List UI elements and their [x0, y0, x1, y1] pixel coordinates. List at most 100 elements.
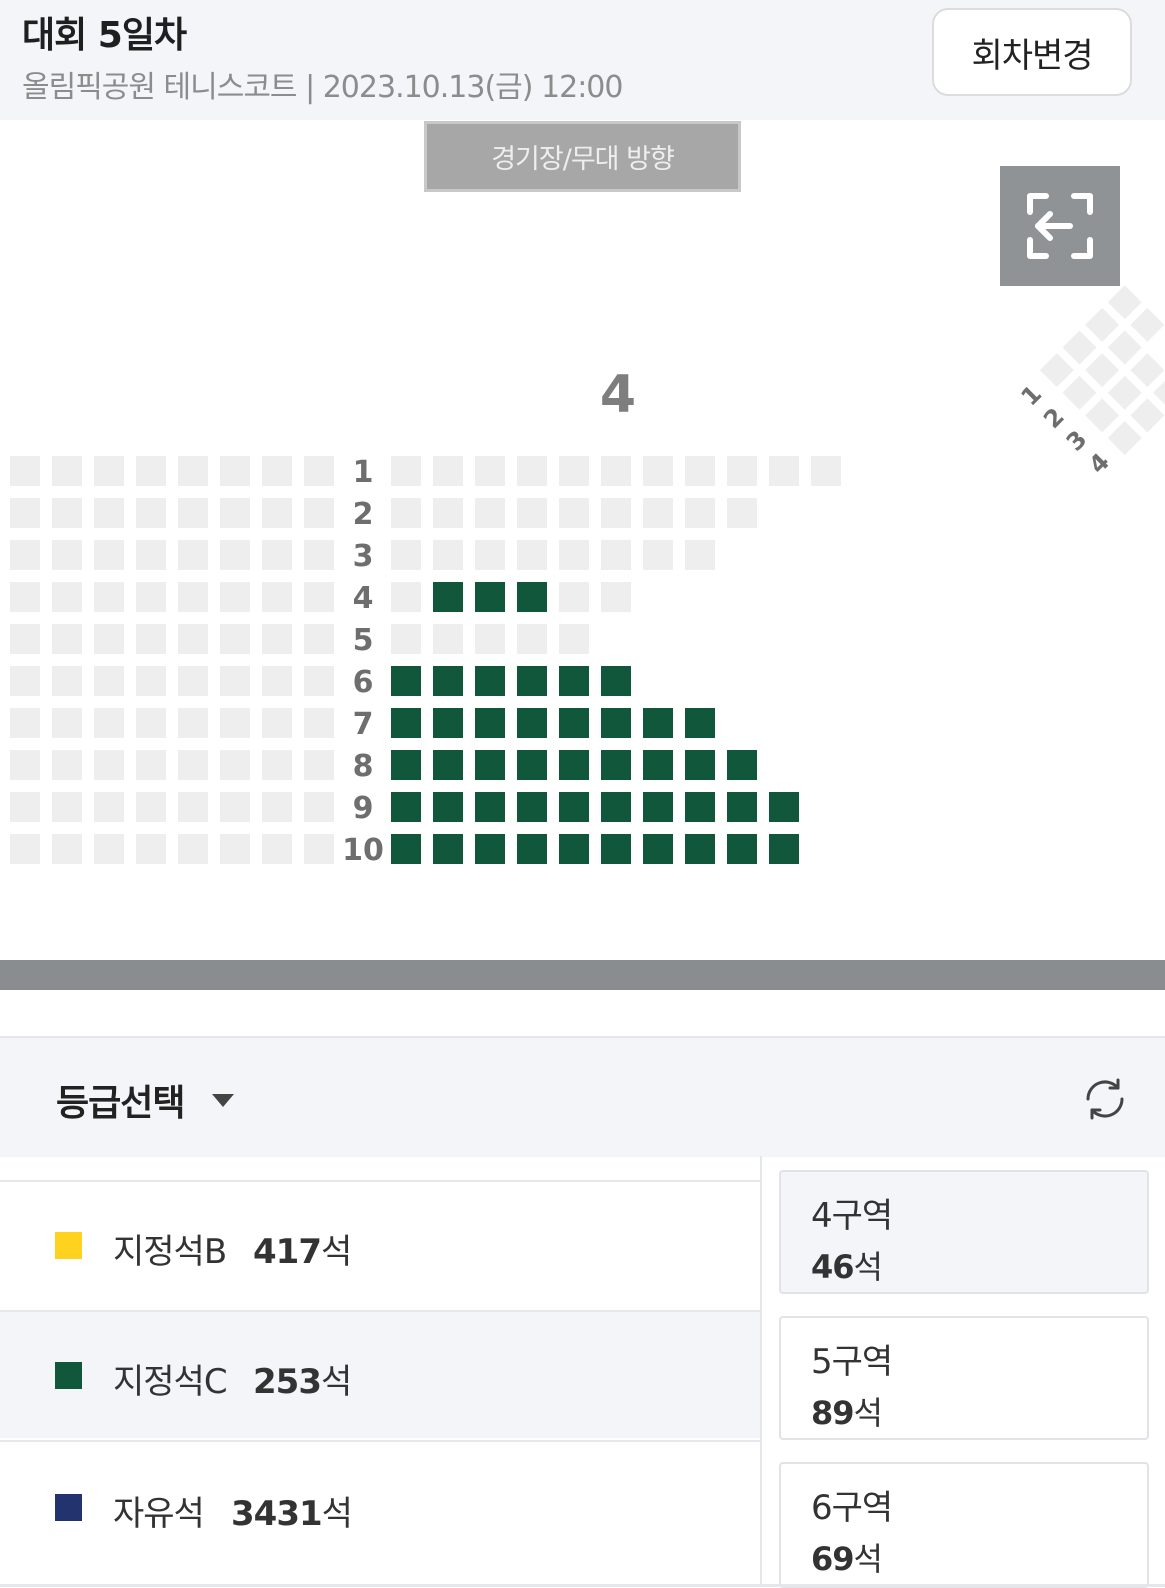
seat-available[interactable] — [391, 834, 421, 864]
seat-unavailable — [1107, 285, 1142, 320]
seat-unavailable — [220, 582, 250, 612]
seat-available[interactable] — [475, 750, 505, 780]
seat-available[interactable] — [433, 708, 463, 738]
grade-row-c[interactable]: 지정석C 253석 — [0, 1310, 760, 1438]
seat-available[interactable] — [517, 582, 547, 612]
seat-unavailable — [769, 456, 799, 486]
seat-available[interactable] — [685, 834, 715, 864]
seat-unavailable — [94, 792, 124, 822]
seat-available[interactable] — [601, 666, 631, 696]
zone-remaining-count: 89석 — [811, 1394, 883, 1432]
zone-card-6[interactable]: 6구역 69석 — [779, 1462, 1149, 1588]
seat-unavailable — [10, 456, 40, 486]
seat-available[interactable] — [559, 750, 589, 780]
seat-unavailable — [1130, 353, 1165, 388]
row-label: 10 — [342, 833, 384, 868]
seat-available[interactable] — [433, 792, 463, 822]
seat-available[interactable] — [685, 792, 715, 822]
seat-unavailable — [94, 708, 124, 738]
seat-available[interactable] — [643, 708, 673, 738]
grade-row-b[interactable]: 지정석B 417석 — [0, 1180, 760, 1308]
seat-available[interactable] — [601, 834, 631, 864]
seat-unavailable — [643, 456, 673, 486]
seat-available[interactable] — [475, 666, 505, 696]
map-panel-divider — [0, 960, 1165, 990]
seat-available[interactable] — [727, 792, 757, 822]
seat-available[interactable] — [601, 792, 631, 822]
seat-unavailable — [52, 456, 82, 486]
seat-unavailable — [10, 750, 40, 780]
seat-available[interactable] — [643, 750, 673, 780]
seat-unavailable — [601, 540, 631, 570]
seat-available[interactable] — [391, 708, 421, 738]
refresh-icon[interactable] — [1082, 1076, 1128, 1122]
seat-available[interactable] — [727, 834, 757, 864]
change-session-button[interactable]: 회차변경 — [932, 8, 1132, 96]
seat-available[interactable] — [643, 792, 673, 822]
seat-unavailable — [220, 540, 250, 570]
zone-name: 6구역 — [811, 1488, 893, 1528]
seat-unavailable — [136, 498, 166, 528]
seat-unavailable — [475, 540, 505, 570]
seat-unavailable — [94, 540, 124, 570]
seat-available[interactable] — [475, 792, 505, 822]
adjacent-section: 1234 — [1016, 285, 1165, 479]
grade-select-dropdown[interactable]: 등급선택 — [56, 1074, 185, 1126]
seat-available[interactable] — [433, 750, 463, 780]
seat-available[interactable] — [475, 834, 505, 864]
seat-unavailable — [220, 456, 250, 486]
seat-available[interactable] — [475, 708, 505, 738]
seat-unavailable — [52, 582, 82, 612]
seat-unavailable — [136, 540, 166, 570]
seat-unavailable — [94, 666, 124, 696]
chevron-down-icon[interactable] — [212, 1094, 234, 1107]
row-label: 4 — [353, 581, 374, 616]
seat-available[interactable] — [517, 750, 547, 780]
seat-unavailable — [52, 540, 82, 570]
seat-available[interactable] — [517, 708, 547, 738]
grade-row-free[interactable]: 자유석 3431석 — [0, 1440, 760, 1587]
row-label: 5 — [353, 623, 374, 658]
seat-available[interactable] — [685, 750, 715, 780]
seat-unavailable — [304, 582, 334, 612]
seat-available[interactable] — [433, 834, 463, 864]
seat-available[interactable] — [559, 666, 589, 696]
seat-available[interactable] — [559, 792, 589, 822]
seat-unavailable — [178, 750, 208, 780]
seat-available[interactable] — [601, 708, 631, 738]
seat-available[interactable] — [643, 834, 673, 864]
seat-unavailable — [304, 834, 334, 864]
seat-available[interactable] — [517, 834, 547, 864]
zone-card-5[interactable]: 5구역 89석 — [779, 1316, 1149, 1440]
seat-available[interactable] — [559, 708, 589, 738]
seat-available[interactable] — [769, 834, 799, 864]
seat-unavailable — [10, 498, 40, 528]
seat-unavailable — [136, 624, 166, 654]
seat-available[interactable] — [391, 792, 421, 822]
seat-available[interactable] — [433, 666, 463, 696]
seat-unavailable — [262, 666, 292, 696]
seat-available[interactable] — [685, 708, 715, 738]
seat-available[interactable] — [517, 666, 547, 696]
seat-available[interactable] — [517, 792, 547, 822]
zone-card-4[interactable]: 4구역 46석 — [779, 1170, 1149, 1294]
seat-available[interactable] — [391, 666, 421, 696]
seat-available[interactable] — [601, 750, 631, 780]
seat-available[interactable] — [769, 792, 799, 822]
seat-available[interactable] — [727, 750, 757, 780]
seat-unavailable — [475, 456, 505, 486]
seat-unavailable — [262, 750, 292, 780]
grade-b-swatch — [55, 1232, 82, 1259]
zone-remaining-count: 69석 — [811, 1540, 883, 1578]
grade-name: 지정석B — [113, 1232, 227, 1272]
seat-available[interactable] — [475, 582, 505, 612]
seat-available[interactable] — [391, 750, 421, 780]
seat-available[interactable] — [559, 834, 589, 864]
row-label: 3 — [1061, 425, 1093, 457]
seat-available[interactable] — [433, 582, 463, 612]
seat-map: 4123456789101234 — [10, 285, 1165, 868]
seat-unavailable — [52, 750, 82, 780]
seat-unavailable — [94, 834, 124, 864]
seat-unavailable — [685, 456, 715, 486]
seat-unavailable — [220, 750, 250, 780]
